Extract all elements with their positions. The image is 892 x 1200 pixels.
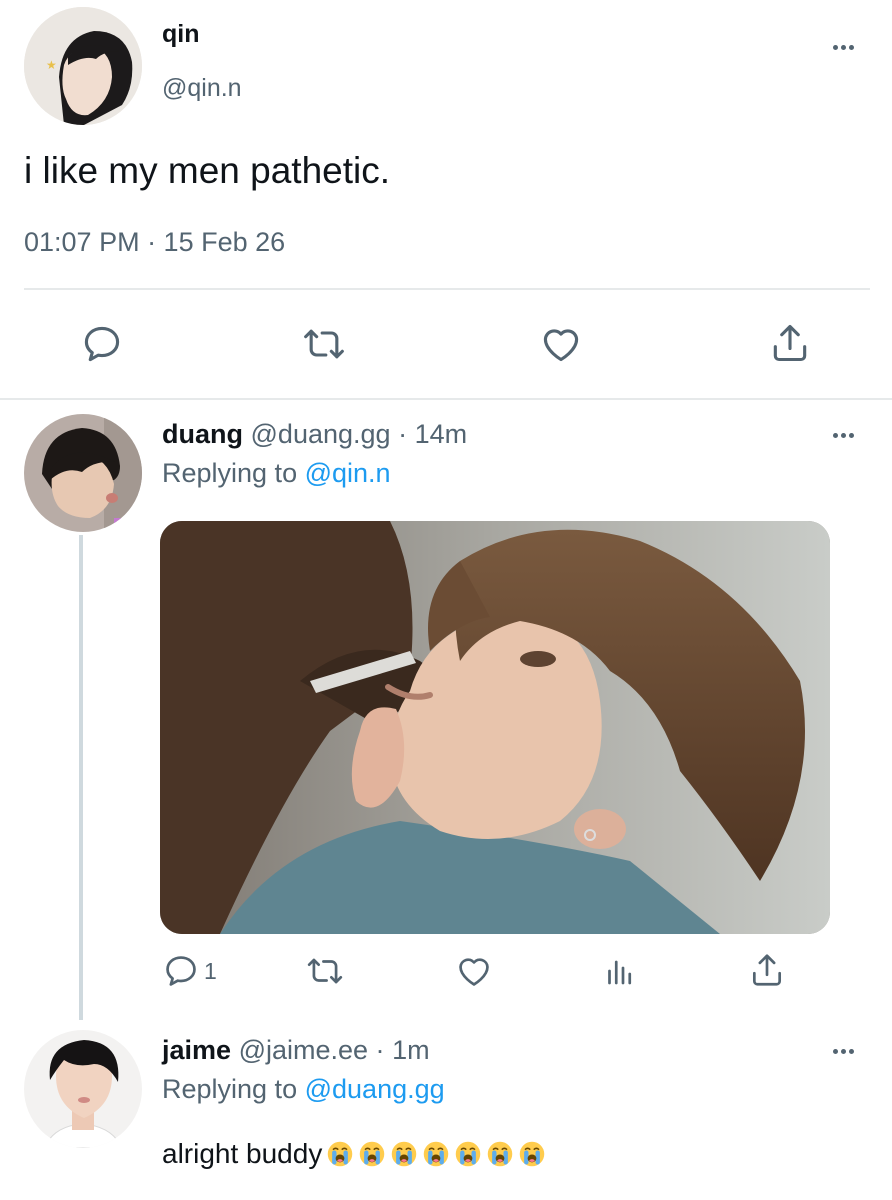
reply-icon[interactable] <box>162 952 200 990</box>
replying-to-handle[interactable]: @duang.gg <box>305 1074 445 1104</box>
divider <box>24 288 870 290</box>
loudly-crying-face-emoji <box>424 1141 449 1167</box>
divider <box>0 398 892 400</box>
tweet-timestamp[interactable]: 01:07 PM · 15 Feb 26 <box>24 227 285 258</box>
retweet-icon[interactable] <box>300 322 348 366</box>
share-icon[interactable] <box>748 950 786 990</box>
thread-line <box>79 535 83 1020</box>
more-options-icon[interactable] <box>828 1046 858 1056</box>
analytics-icon[interactable] <box>602 952 638 990</box>
share-icon[interactable] <box>768 320 812 366</box>
handle[interactable]: @jaime.ee <box>239 1035 368 1065</box>
replying-to-handle[interactable]: @qin.n <box>305 458 391 488</box>
like-icon[interactable] <box>538 322 584 366</box>
replying-to: Replying to @duang.gg <box>162 1074 445 1105</box>
retweet-icon[interactable] <box>304 952 346 990</box>
avatar-duang[interactable] <box>24 414 142 532</box>
loudly-crying-face-emoji <box>488 1141 513 1167</box>
handle[interactable]: @duang.gg <box>251 419 391 449</box>
relative-time[interactable]: 1m <box>392 1035 430 1065</box>
tweet-media-image[interactable] <box>160 521 830 934</box>
display-name[interactable]: jaime <box>162 1035 231 1065</box>
tweet-text-content: alright buddy <box>162 1138 323 1169</box>
more-options-icon[interactable] <box>828 42 858 52</box>
loudly-crying-face-emoji <box>520 1141 545 1167</box>
reply-header: duang @duang.gg · 14m <box>162 419 467 450</box>
loudly-crying-face-emoji <box>456 1141 481 1167</box>
handle[interactable]: @qin.n <box>162 74 242 103</box>
more-options-icon[interactable] <box>828 430 858 440</box>
reply-icon[interactable] <box>80 322 124 366</box>
replying-to-label: Replying to <box>162 1074 298 1104</box>
loudly-crying-face-emoji <box>328 1141 353 1167</box>
display-name[interactable]: qin <box>162 20 200 49</box>
replying-to: Replying to @qin.n <box>162 458 391 489</box>
display-name[interactable]: duang <box>162 419 243 449</box>
tweet-text: alright buddy <box>162 1138 546 1170</box>
like-icon[interactable] <box>454 952 494 990</box>
tweet-text: i like my men pathetic. <box>24 150 391 191</box>
separator-dot: · <box>375 1035 385 1065</box>
reply-count: 1 <box>204 958 217 984</box>
reply-header: jaime @jaime.ee · 1m <box>162 1035 430 1066</box>
loudly-crying-face-emoji <box>360 1141 385 1167</box>
relative-time[interactable]: 14m <box>415 419 468 449</box>
emoji-row <box>322 1138 546 1169</box>
separator-dot: · <box>398 419 408 449</box>
loudly-crying-face-emoji <box>392 1141 417 1167</box>
avatar-jaime[interactable] <box>24 1030 142 1148</box>
avatar-qin[interactable]: ★ <box>24 7 142 125</box>
svg-text:★: ★ <box>46 58 57 72</box>
replying-to-label: Replying to <box>162 458 298 488</box>
